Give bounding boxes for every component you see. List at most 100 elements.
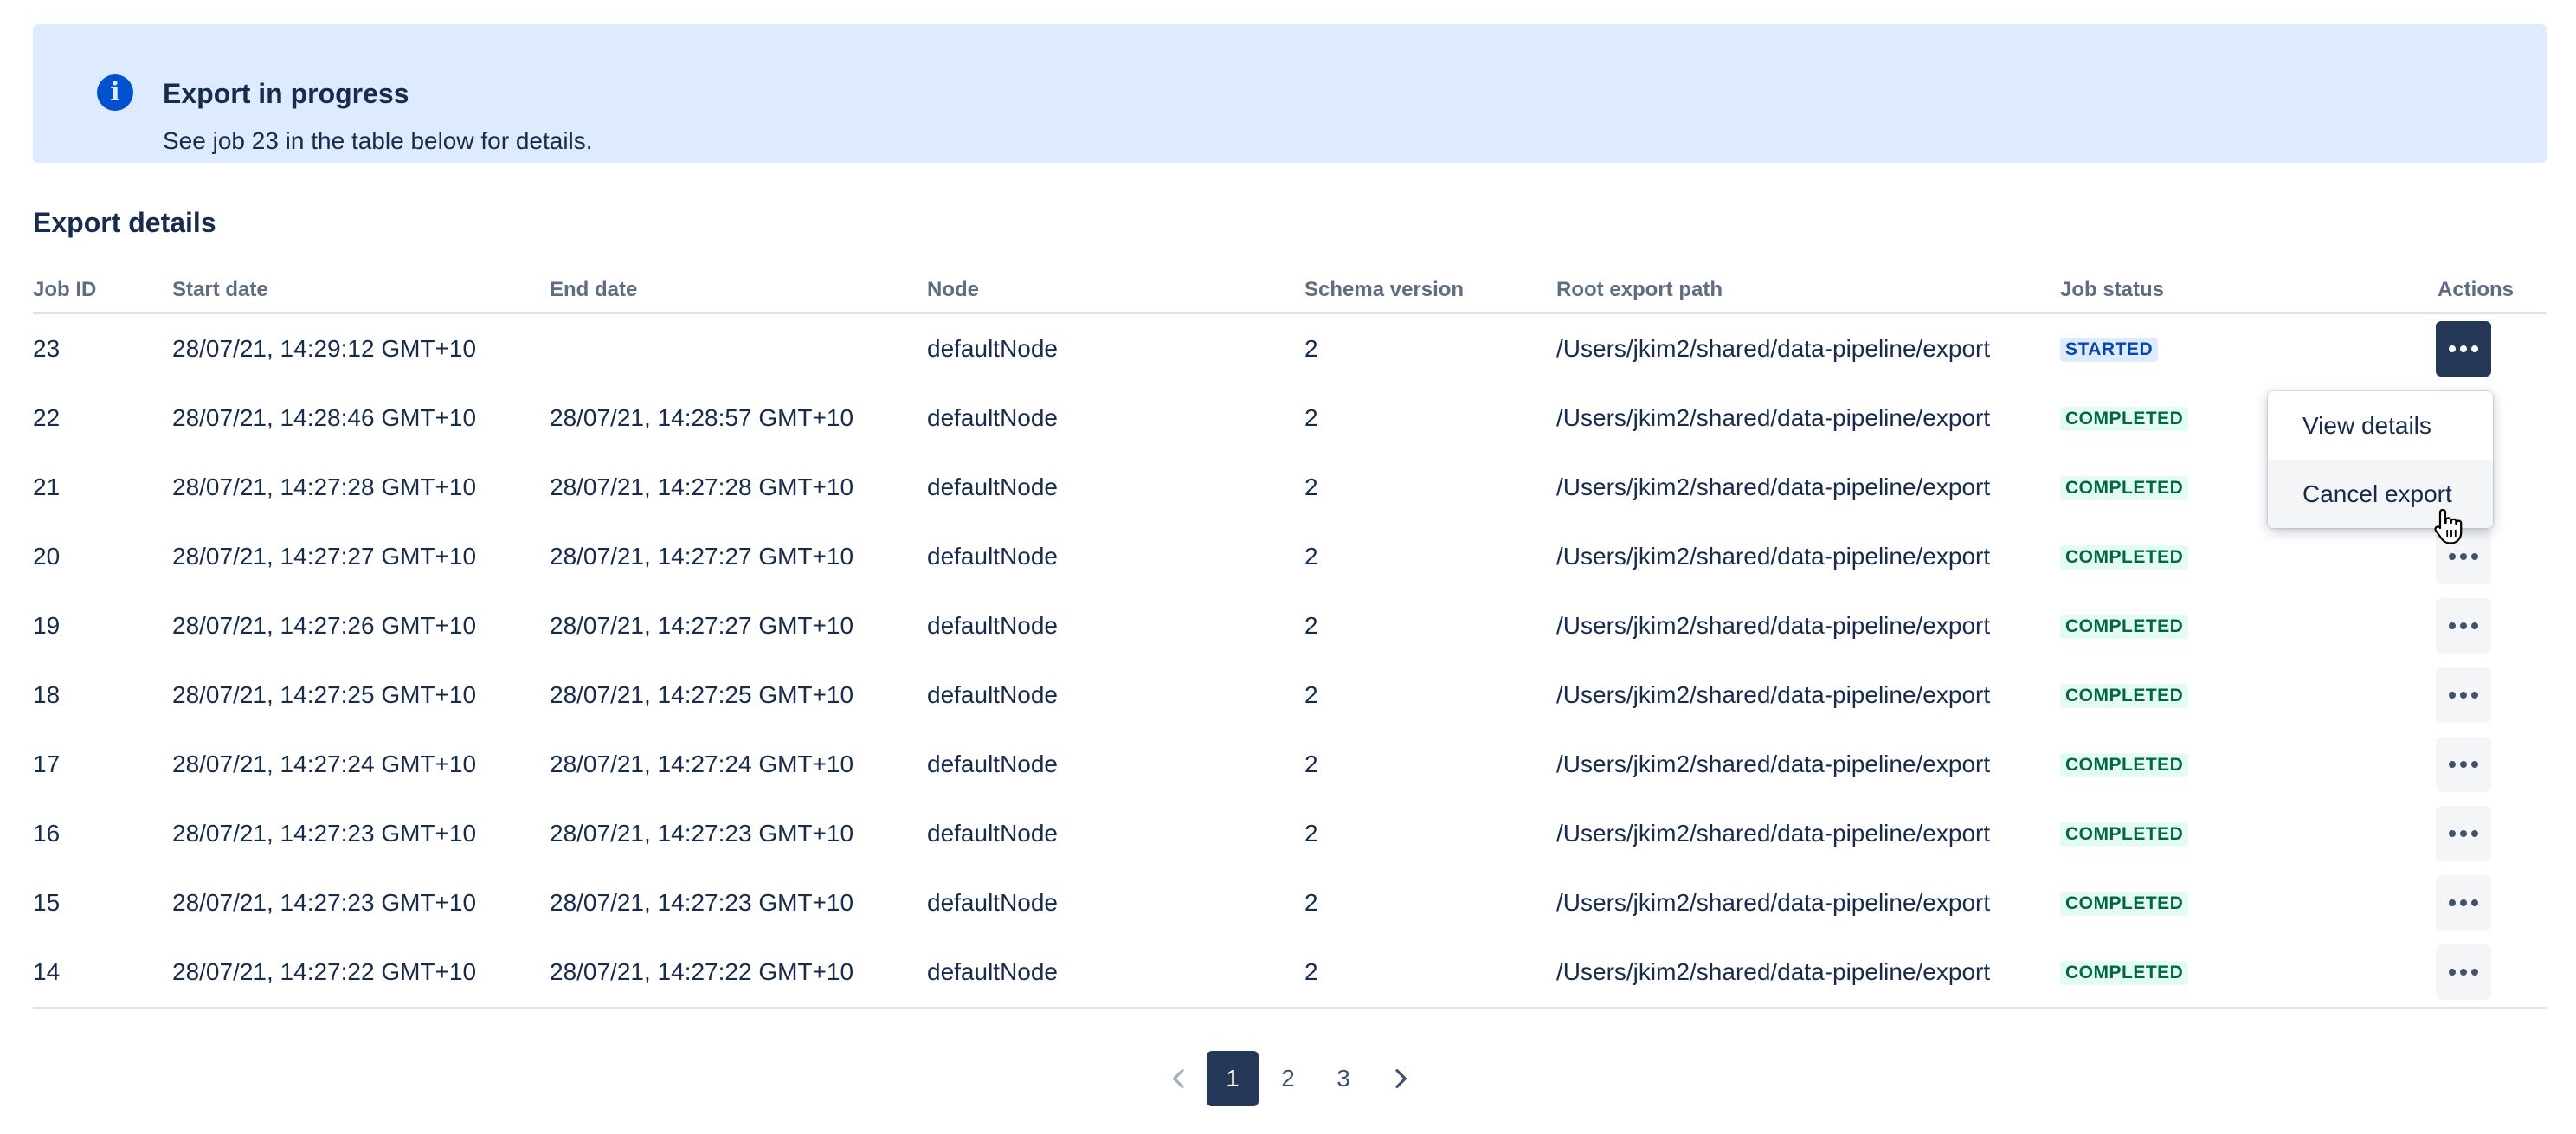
info-icon: i [97, 74, 133, 111]
table-row: 20 28/07/21, 14:27:27 GMT+10 28/07/21, 14:… [33, 522, 2547, 591]
schema-version-cell: 2 [1304, 404, 1318, 431]
root-export-path-cell: /Users/jkim2/shared/data-pipeline/export [1556, 958, 1991, 985]
export-page: i Export in progress See job 23 in the t… [0, 0, 2576, 1134]
column-header-job-status[interactable]: Job status [2060, 277, 2164, 303]
page-button-2[interactable]: 2 [1262, 1051, 1314, 1106]
row-actions-button[interactable] [2436, 598, 2491, 654]
start-date-cell: 28/07/21, 14:27:25 GMT+10 [172, 681, 477, 708]
status-badge: COMPLETED [2060, 961, 2189, 985]
end-date-cell: 28/07/21, 14:27:23 GMT+10 [550, 889, 854, 916]
job-id-cell: 18 [33, 681, 61, 708]
job-id-cell: 16 [33, 820, 61, 847]
schema-version-cell: 2 [1304, 681, 1318, 708]
root-export-path-cell: /Users/jkim2/shared/data-pipeline/export [1556, 474, 1991, 500]
row-actions-button[interactable] [2436, 875, 2491, 931]
menu-item-view-details[interactable]: View details [2268, 391, 2493, 460]
end-date-cell: 28/07/21, 14:27:27 GMT+10 [550, 612, 854, 639]
row-actions-button[interactable] [2436, 806, 2491, 861]
more-horizontal-icon [2449, 553, 2478, 560]
column-header-end-date[interactable]: End date [550, 277, 637, 303]
chevron-left-icon[interactable] [1165, 1065, 1193, 1092]
schema-version-cell: 2 [1304, 958, 1318, 985]
job-id-cell: 14 [33, 958, 61, 985]
end-date-cell: 28/07/21, 14:28:57 GMT+10 [550, 404, 854, 431]
more-horizontal-icon [2449, 345, 2478, 352]
root-export-path-cell: /Users/jkim2/shared/data-pipeline/export [1556, 335, 1991, 362]
row-actions-button[interactable] [2436, 667, 2491, 723]
node-cell: defaultNode [927, 404, 1059, 431]
start-date-cell: 28/07/21, 14:27:23 GMT+10 [172, 820, 477, 847]
table-row: 19 28/07/21, 14:27:26 GMT+10 28/07/21, 14:… [33, 591, 2547, 660]
status-badge: COMPLETED [2060, 545, 2189, 570]
node-cell: defaultNode [927, 889, 1059, 916]
node-cell: defaultNode [927, 820, 1059, 847]
start-date-cell: 28/07/21, 14:27:23 GMT+10 [172, 889, 477, 916]
node-cell: defaultNode [927, 681, 1059, 708]
schema-version-cell: 2 [1304, 612, 1318, 639]
status-badge: COMPLETED [2060, 476, 2189, 500]
status-badge: COMPLETED [2060, 615, 2189, 639]
table-row: 22 28/07/21, 14:28:46 GMT+10 28/07/21, 14:… [33, 383, 2547, 453]
more-horizontal-icon [2449, 761, 2478, 768]
more-horizontal-icon [2449, 692, 2478, 699]
root-export-path-cell: /Users/jkim2/shared/data-pipeline/export [1556, 404, 1991, 431]
hand-pointer-cursor-icon [2434, 508, 2463, 544]
table-row: 17 28/07/21, 14:27:24 GMT+10 28/07/21, 14:… [33, 730, 2547, 799]
status-badge: COMPLETED [2060, 822, 2189, 847]
export-jobs-table: Job ID Start date End date Node Schema v… [33, 268, 2547, 1009]
table-row: 15 28/07/21, 14:27:23 GMT+10 28/07/21, 14:… [33, 868, 2547, 937]
start-date-cell: 28/07/21, 14:28:46 GMT+10 [172, 404, 477, 431]
column-header-job-id[interactable]: Job ID [33, 277, 96, 303]
column-header-schema-version[interactable]: Schema version [1304, 277, 1464, 303]
row-actions-button[interactable] [2436, 321, 2491, 377]
start-date-cell: 28/07/21, 14:27:28 GMT+10 [172, 474, 477, 500]
root-export-path-cell: /Users/jkim2/shared/data-pipeline/export [1556, 751, 1991, 777]
schema-version-cell: 2 [1304, 335, 1318, 362]
end-date-cell: 28/07/21, 14:27:25 GMT+10 [550, 681, 854, 708]
status-badge: COMPLETED [2060, 753, 2189, 777]
table-row: 23 28/07/21, 14:29:12 GMT+10 defaultNode 2 /… [33, 314, 2547, 383]
job-id-cell: 23 [33, 335, 61, 362]
root-export-path-cell: /Users/jkim2/shared/data-pipeline/export [1556, 889, 1991, 916]
table-row: 16 28/07/21, 14:27:23 GMT+10 28/07/21, 14:… [33, 799, 2547, 868]
export-progress-banner: i Export in progress See job 23 in the t… [33, 24, 2547, 163]
table-header: Job ID Start date End date Node Schema v… [33, 268, 2547, 314]
job-id-cell: 19 [33, 612, 61, 639]
status-badge: COMPLETED [2060, 892, 2189, 916]
end-date-cell: 28/07/21, 14:27:27 GMT+10 [550, 543, 854, 570]
job-id-cell: 20 [33, 543, 61, 570]
row-actions-button[interactable] [2436, 944, 2491, 1000]
job-id-cell: 15 [33, 889, 61, 916]
table-row: 18 28/07/21, 14:27:25 GMT+10 28/07/21, 14:… [33, 660, 2547, 730]
table-body: 23 28/07/21, 14:29:12 GMT+10 defaultNode 2 /… [33, 314, 2547, 1009]
status-badge: COMPLETED [2060, 407, 2189, 431]
column-header-node[interactable]: Node [927, 277, 979, 303]
chevron-right-icon[interactable] [1387, 1065, 1414, 1092]
table-row: 14 28/07/21, 14:27:22 GMT+10 28/07/21, 14:… [33, 937, 2547, 1007]
schema-version-cell: 2 [1304, 889, 1318, 916]
schema-version-cell: 2 [1304, 820, 1318, 847]
status-badge: COMPLETED [2060, 684, 2189, 708]
row-actions-button[interactable] [2436, 737, 2491, 792]
end-date-cell: 28/07/21, 14:27:28 GMT+10 [550, 474, 854, 500]
node-cell: defaultNode [927, 958, 1059, 985]
more-horizontal-icon [2449, 622, 2478, 629]
job-id-cell: 17 [33, 751, 61, 777]
page-button-1[interactable]: 1 [1207, 1051, 1259, 1106]
column-header-root-export-path[interactable]: Root export path [1556, 277, 1723, 303]
more-horizontal-icon [2449, 830, 2478, 837]
node-cell: defaultNode [927, 612, 1059, 639]
job-id-cell: 21 [33, 474, 61, 500]
table-row: 21 28/07/21, 14:27:28 GMT+10 28/07/21, 14:… [33, 453, 2547, 522]
column-header-start-date[interactable]: Start date [172, 277, 268, 303]
node-cell: defaultNode [927, 335, 1059, 362]
page-button-3[interactable]: 3 [1317, 1051, 1369, 1106]
node-cell: defaultNode [927, 474, 1059, 500]
end-date-cell: 28/07/21, 14:27:24 GMT+10 [550, 751, 854, 777]
column-header-actions: Actions [2438, 278, 2515, 301]
end-date-cell: 28/07/21, 14:27:23 GMT+10 [550, 820, 854, 847]
status-badge: STARTED [2060, 338, 2159, 362]
root-export-path-cell: /Users/jkim2/shared/data-pipeline/export [1556, 820, 1991, 847]
start-date-cell: 28/07/21, 14:29:12 GMT+10 [172, 335, 477, 362]
banner-title: Export in progress [163, 78, 409, 109]
